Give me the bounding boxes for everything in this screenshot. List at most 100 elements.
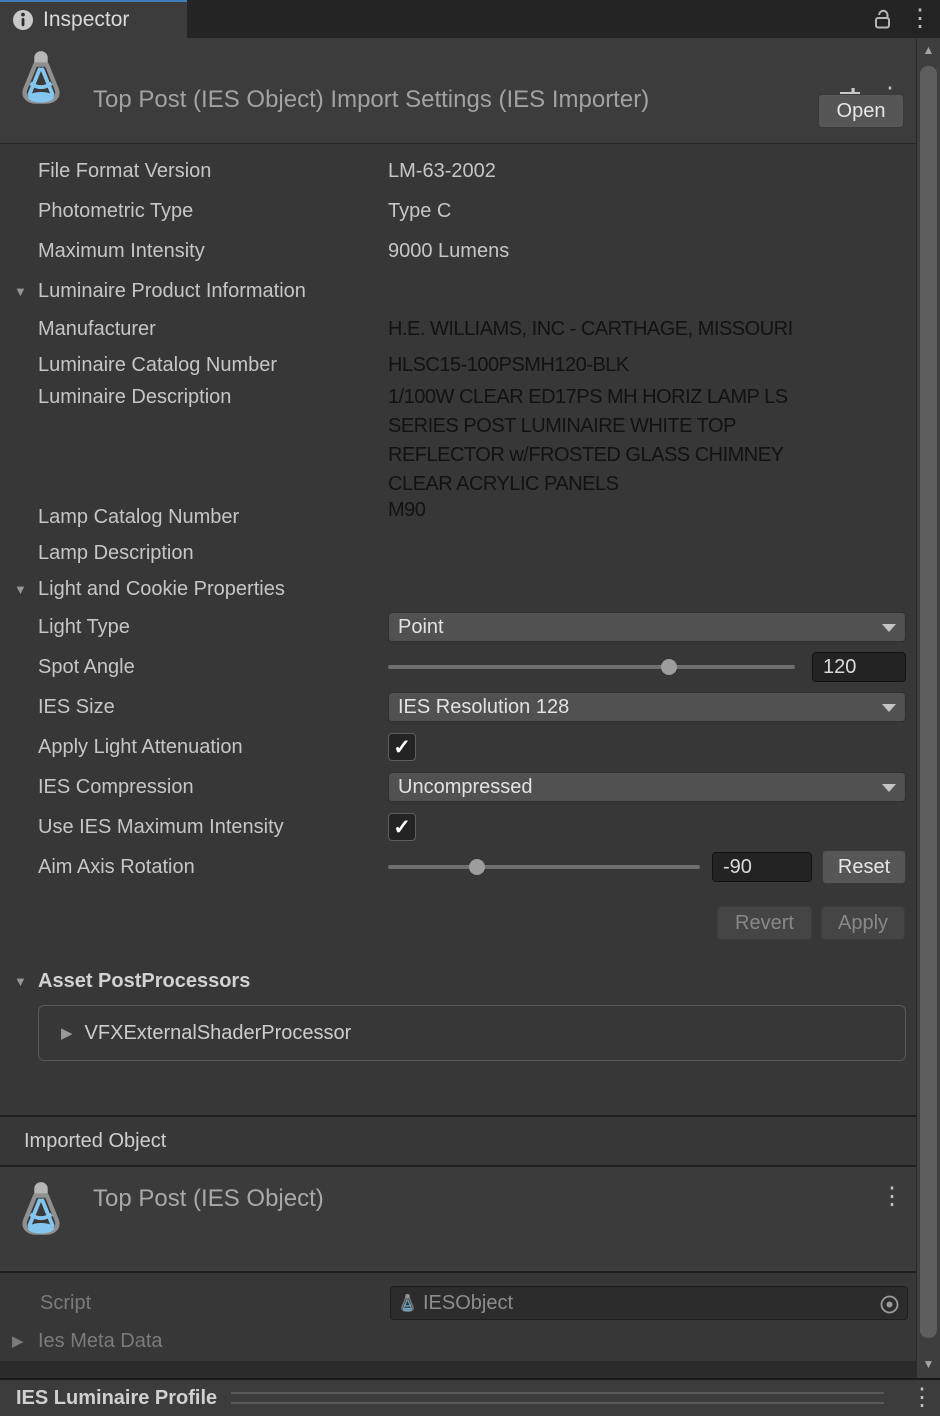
dropdown-value: IES Resolution 128	[398, 696, 569, 719]
property-value: H.E. WILLIAMS, INC - CARTHAGE, MISSOURI	[388, 315, 793, 344]
field-value: -90	[723, 856, 752, 879]
scroll-down-icon[interactable]: ▼	[917, 1357, 940, 1371]
checkmark-icon: ✓	[393, 737, 411, 758]
chevron-down-icon	[882, 784, 896, 792]
foldout-open-icon: ▼	[14, 582, 27, 597]
property-label: Apply Light Attenuation	[38, 736, 388, 759]
property-label: File Format Version	[38, 160, 388, 183]
apply-button: Apply	[821, 906, 905, 940]
info-icon	[12, 9, 34, 31]
ies-compression-dropdown[interactable]: Uncompressed	[388, 772, 906, 802]
ies-lamp-icon	[16, 48, 66, 108]
foldout-light-and-cookie-properties[interactable]: ▼ Light and Cookie Properties	[0, 571, 916, 607]
property-label: Aim Axis Rotation	[38, 856, 388, 879]
foldout-open-icon: ▼	[14, 284, 27, 299]
scrollbar-thumb[interactable]	[920, 66, 937, 1338]
tab-label: Inspector	[43, 8, 129, 32]
foldout-label: Light and Cookie Properties	[38, 578, 558, 601]
kebab-menu-icon[interactable]: ⋮	[880, 1185, 904, 1209]
spot-angle-field[interactable]: 120	[812, 652, 906, 682]
property-row: Lamp Catalog Number M90	[0, 499, 916, 535]
script-object-field[interactable]: IESObject	[390, 1286, 908, 1320]
kebab-menu-icon[interactable]: ⋮	[908, 7, 932, 31]
property-label: Light Type	[38, 616, 388, 639]
field-value: 120	[823, 656, 856, 679]
apply-light-attenuation-checkbox[interactable]: ✓	[388, 733, 416, 761]
property-row: Luminaire Catalog Number HLSC15-100PSMH1…	[0, 347, 916, 383]
vertical-scrollbar[interactable]: ▲ ▼	[916, 38, 940, 1378]
object-field-value: IESObject	[423, 1292, 513, 1315]
foldout-label: Luminaire Product Information	[38, 280, 558, 303]
foldout-open-icon: ▼	[14, 974, 27, 989]
ies-lamp-icon	[16, 1179, 66, 1239]
unlock-icon[interactable]	[871, 7, 894, 31]
property-row: IES Size IES Resolution 128	[0, 687, 916, 727]
dropdown-value: Uncompressed	[398, 776, 533, 799]
use-ies-maximum-intensity-checkbox[interactable]: ✓	[388, 813, 416, 841]
chevron-down-icon	[882, 624, 896, 632]
dropdown-value: Point	[398, 616, 444, 639]
property-row: Luminaire Description 1/100W CLEAR ED17P…	[0, 383, 916, 499]
property-label: Maximum Intensity	[38, 240, 388, 263]
property-row: Spot Angle 120	[0, 647, 916, 687]
tab-inspector[interactable]: Inspector	[0, 0, 187, 38]
checkmark-icon: ✓	[393, 817, 411, 838]
foldout-closed-icon: ▶	[12, 1332, 24, 1350]
property-row: Aim Axis Rotation -90 Reset	[0, 847, 916, 887]
foldout-luminaire-product-information[interactable]: ▼ Luminaire Product Information	[0, 271, 916, 311]
imported-object-bar: Imported Object	[0, 1117, 916, 1165]
property-label: Lamp Catalog Number	[38, 506, 388, 529]
inspector-body: File Format Version LM-63-2002 Photometr…	[0, 144, 916, 1361]
property-value: Type C	[388, 200, 451, 223]
drag-handle[interactable]	[231, 1392, 884, 1404]
aim-axis-rotation-slider[interactable]	[388, 865, 700, 869]
property-label: Spot Angle	[38, 656, 388, 679]
divider	[0, 1271, 916, 1273]
foldout-asset-postprocessors[interactable]: ▼ Asset PostProcessors	[0, 961, 916, 1001]
slider-handle[interactable]	[661, 659, 677, 675]
property-row: Use IES Maximum Intensity ✓	[0, 807, 916, 847]
property-value: M90	[388, 496, 425, 525]
property-value: 9000 Lumens	[388, 240, 509, 263]
postprocessor-name: VFXExternalShaderProcessor	[85, 1022, 352, 1045]
object-picker-icon[interactable]	[880, 1295, 899, 1314]
property-label: Photometric Type	[38, 200, 388, 223]
property-label: Luminaire Description	[38, 383, 388, 409]
light-type-dropdown[interactable]: Point	[388, 612, 906, 642]
property-label: Luminaire Catalog Number	[38, 354, 388, 377]
property-label: Use IES Maximum Intensity	[38, 816, 388, 839]
imported-object-header: Top Post (IES Object) ⋮	[0, 1167, 916, 1271]
property-row: Lamp Description	[0, 535, 916, 571]
property-row: Manufacturer H.E. WILLIAMS, INC - CARTHA…	[0, 311, 916, 347]
ies-size-dropdown[interactable]: IES Resolution 128	[388, 692, 906, 722]
imported-object-label: Imported Object	[24, 1130, 166, 1153]
open-button[interactable]: Open	[818, 94, 904, 128]
tab-bar: Inspector ⋮	[0, 0, 940, 38]
imported-object-title: Top Post (IES Object)	[93, 1185, 324, 1213]
apply-revert-row: Revert Apply	[0, 901, 916, 945]
kebab-menu-icon[interactable]: ⋮	[910, 1386, 934, 1410]
property-value: HLSC15-100PSMH120-BLK	[388, 351, 629, 380]
slider-handle[interactable]	[469, 859, 485, 875]
script-label: Script	[38, 1292, 390, 1315]
property-row: Maximum Intensity 9000 Lumens	[0, 231, 916, 271]
property-value: LM-63-2002	[388, 160, 496, 183]
property-label: IES Size	[38, 696, 388, 719]
script-row: Script IESObject	[0, 1285, 916, 1321]
property-row: Light Type Point	[0, 607, 916, 647]
aim-axis-rotation-field[interactable]: -90	[712, 852, 812, 882]
foldout-closed-icon: ▶	[61, 1024, 73, 1042]
scroll-up-icon[interactable]: ▲	[917, 43, 940, 57]
postprocessor-item[interactable]: ▶ VFXExternalShaderProcessor	[38, 1005, 906, 1061]
property-label: IES Compression	[38, 776, 388, 799]
foldout-label: Asset PostProcessors	[38, 970, 558, 993]
property-value: 1/100W CLEAR ED17PS MH HORIZ LAMP LS SER…	[388, 383, 908, 499]
revert-button: Revert	[717, 906, 812, 940]
property-row: IES Compression Uncompressed	[0, 767, 916, 807]
foldout-ies-meta-data[interactable]: ▶ Ies Meta Data	[0, 1321, 916, 1361]
property-label: Manufacturer	[38, 318, 388, 341]
reset-button[interactable]: Reset	[822, 850, 906, 884]
chevron-down-icon	[882, 704, 896, 712]
spot-angle-slider[interactable]	[388, 665, 795, 669]
property-row: File Format Version LM-63-2002	[0, 151, 916, 191]
